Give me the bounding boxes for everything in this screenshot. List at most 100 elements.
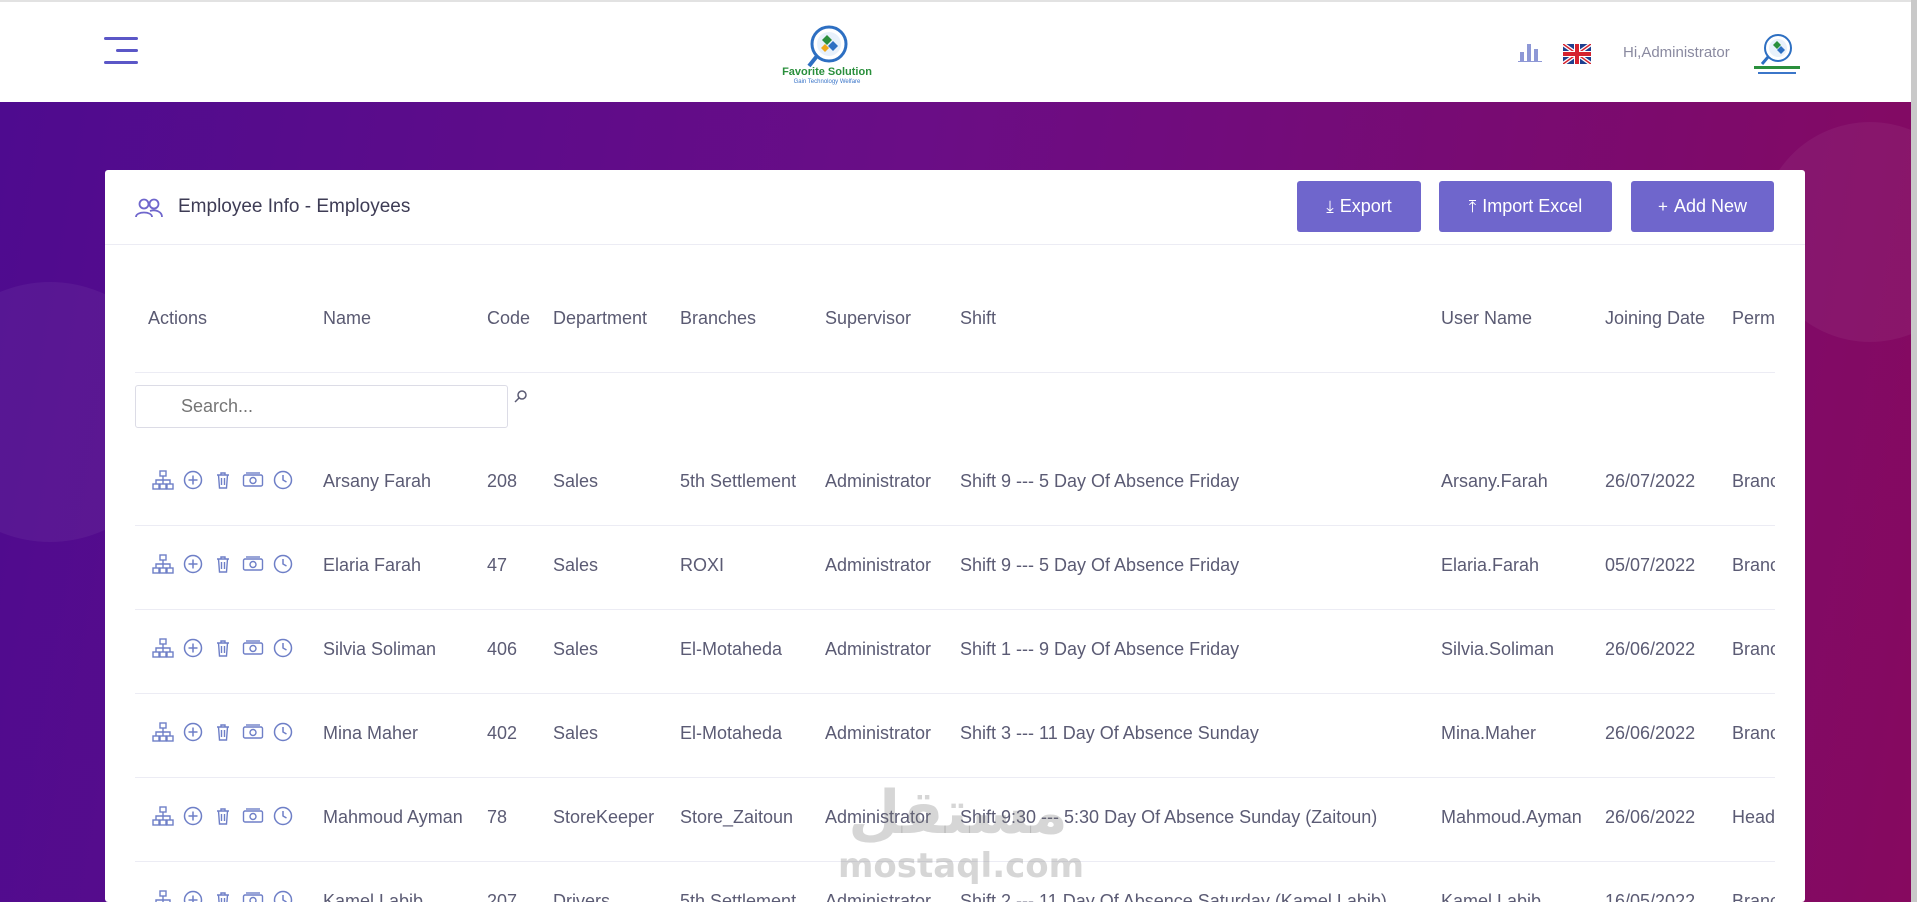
export-label: Export (1339, 196, 1392, 216)
logo-name: Favorite Solution (782, 66, 872, 78)
cell-username: Arsany.Farah (1441, 471, 1548, 491)
hierarchy-icon[interactable] (152, 721, 174, 743)
scrollbar[interactable] (1911, 0, 1917, 902)
money-icon[interactable] (242, 721, 264, 743)
money-icon[interactable] (242, 553, 264, 575)
page-title: Employee Info - Employees (178, 196, 411, 217)
cell-username: Elaria.Farah (1441, 555, 1540, 575)
table-row[interactable]: Silvia Soliman 406 Sales El-Motaheda Adminis… (135, 609, 1775, 694)
trash-icon[interactable] (212, 469, 234, 491)
add-label: Add New (1673, 196, 1747, 216)
add-circle-icon[interactable] (182, 721, 204, 743)
add-new-button[interactable]: + Add New (1631, 181, 1774, 232)
app-logo[interactable]: Favorite Solution Gain Technology Welfar… (778, 24, 876, 86)
import-excel-button[interactable]: ⤒ Import Excel (1439, 181, 1612, 232)
cell-shift: Shift 9 --- 5 Day Of Absence Friday (960, 471, 1240, 491)
avatar[interactable] (1750, 28, 1804, 82)
menu-icon[interactable] (104, 37, 140, 67)
search-input[interactable] (135, 385, 508, 428)
cell-code: 208 (487, 471, 518, 491)
cell-branch: 5th Settlement (680, 891, 797, 902)
cell-shift: Shift 3 --- 11 Day Of Absence Sunday (960, 723, 1259, 743)
cell-code: 207 (487, 891, 518, 902)
logo-tagline: Gain Technology Welfare (793, 79, 861, 85)
money-icon[interactable] (242, 469, 264, 491)
column-header-branches[interactable]: Branches (680, 308, 756, 329)
column-header-code[interactable]: Code (487, 308, 530, 329)
column-header-department[interactable]: Department (553, 308, 647, 329)
column-header-joining-date[interactable]: Joining Date (1605, 308, 1705, 329)
add-circle-icon[interactable] (182, 553, 204, 575)
cell-username: Kamel.Labib (1441, 891, 1542, 902)
cell-name: Mina Maher (323, 723, 419, 743)
column-header-supervisor[interactable]: Supervisor (825, 308, 911, 329)
money-icon[interactable] (242, 637, 264, 659)
hierarchy-icon[interactable] (152, 553, 174, 575)
cell-permission: Branc (1732, 471, 1775, 491)
card-header: Employee Info - Employees ⤓ Export ⤒ Imp… (105, 170, 1805, 245)
cell-name: Mahmoud Ayman (323, 807, 463, 827)
clock-icon[interactable] (272, 805, 294, 827)
money-icon[interactable] (242, 805, 264, 827)
add-circle-icon[interactable] (182, 637, 204, 659)
export-button[interactable]: ⤓ Export (1297, 181, 1421, 232)
cell-branch: El-Motaheda (680, 723, 783, 743)
column-header-actions[interactable]: Actions (148, 308, 207, 329)
trash-icon[interactable] (212, 889, 234, 902)
trash-icon[interactable] (212, 637, 234, 659)
cell-shift: Shift 2 --- 11 Day Of Absence Saturday (… (960, 891, 1387, 902)
top-navbar: Favorite Solution Gain Technology Welfar… (0, 0, 1911, 102)
cell-shift: Shift 9 --- 5 Day Of Absence Friday (960, 555, 1240, 575)
cell-permission: Branc (1732, 723, 1775, 743)
add-circle-icon[interactable] (182, 889, 204, 902)
table-row[interactable]: Elaria Farah 47 Sales ROXI Administrator Shif… (135, 525, 1775, 610)
cell-shift: Shift 1 --- 9 Day Of Absence Friday (960, 639, 1240, 659)
user-greeting[interactable]: Hi,Administrator (1623, 44, 1730, 61)
clock-icon[interactable] (272, 469, 294, 491)
clock-icon[interactable] (272, 553, 294, 575)
watermark: مستقل mostaql.com (838, 778, 1085, 886)
table-row[interactable]: Mina Maher 402 Sales El-Motaheda Administrat… (135, 693, 1775, 778)
hierarchy-icon[interactable] (152, 889, 174, 902)
plus-icon: + (1658, 196, 1668, 216)
cell-joining-date: 26/07/2022 (1605, 471, 1696, 491)
search-icon[interactable] (513, 389, 529, 405)
import-label: Import Excel (1482, 196, 1583, 216)
cell-name: Kamel Labib (323, 891, 424, 902)
column-header-shift[interactable]: Shift (960, 308, 996, 329)
watermark-latin: mostaql.com (838, 846, 1085, 886)
clock-icon[interactable] (272, 889, 294, 902)
uk-flag-icon[interactable] (1563, 44, 1591, 64)
cell-joining-date: 26/06/2022 (1605, 723, 1696, 743)
cell-department: Sales (553, 639, 599, 659)
column-header-name[interactable]: Name (323, 308, 371, 329)
hierarchy-icon[interactable] (152, 637, 174, 659)
cell-branch: Store_Zaitoun (680, 807, 794, 827)
clock-icon[interactable] (272, 637, 294, 659)
trash-icon[interactable] (212, 553, 234, 575)
column-header-username[interactable]: User Name (1441, 308, 1532, 329)
chart-icon[interactable] (1518, 40, 1544, 62)
cell-code: 78 (487, 807, 508, 827)
cell-supervisor: Administrator (825, 891, 932, 902)
money-icon[interactable] (242, 889, 264, 902)
trash-icon[interactable] (212, 721, 234, 743)
cell-supervisor: Administrator (825, 723, 932, 743)
clock-icon[interactable] (272, 721, 294, 743)
add-circle-icon[interactable] (182, 469, 204, 491)
trash-icon[interactable] (212, 805, 234, 827)
add-circle-icon[interactable] (182, 805, 204, 827)
header-divider (135, 372, 1775, 373)
logo-magnifier-icon (807, 25, 848, 68)
cell-code: 47 (487, 555, 508, 575)
cell-department: Sales (553, 471, 599, 491)
hierarchy-icon[interactable] (152, 805, 174, 827)
cell-permission: Branc (1732, 555, 1775, 575)
column-header-permission[interactable]: Perm (1732, 308, 1775, 329)
hierarchy-icon[interactable] (152, 469, 174, 491)
table-row[interactable]: Arsany Farah 208 Sales 5th Settlement Admini… (135, 441, 1775, 526)
cell-permission: Branc (1732, 891, 1775, 902)
cell-code: 406 (487, 639, 518, 659)
cell-username: Silvia.Soliman (1441, 639, 1555, 659)
cell-joining-date: 26/06/2022 (1605, 639, 1696, 659)
